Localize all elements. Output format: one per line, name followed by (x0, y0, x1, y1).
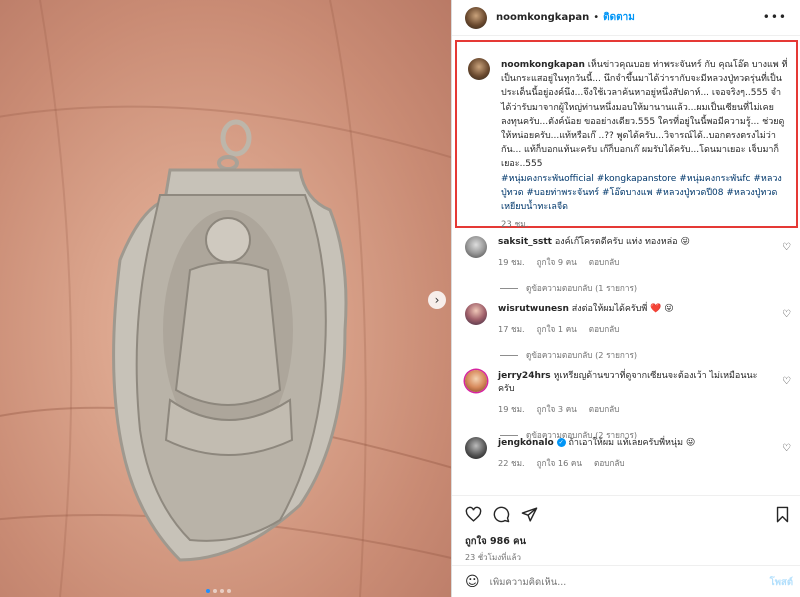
carousel-dot (213, 589, 217, 593)
comment-time: 22 ชม. (498, 458, 525, 468)
reply-button[interactable]: ตอบกลับ (589, 403, 620, 416)
comment-time: 17 ชม. (498, 324, 525, 334)
comment-item: jengkonalo ✓ ถ้าเอาให้ผม แท้เลยครับพี่หน… (452, 431, 800, 475)
separator-dot: • (593, 12, 600, 23)
comment-likes[interactable]: ถูกใจ 1 คน (537, 323, 577, 336)
author-username[interactable]: noomkongkapan (496, 12, 589, 23)
emoji-icon[interactable]: ☺ (465, 574, 480, 590)
carousel-dot (220, 589, 224, 593)
view-replies-button[interactable]: ดูข้อความตอบกลับ (1 รายการ) (500, 282, 788, 295)
commenter-username[interactable]: jengkonalo (498, 438, 554, 448)
comment-icon[interactable] (493, 506, 510, 523)
comment-text: ส่งต่อให้ผมได้ครับพี่ ❤️ 😜 (571, 304, 674, 314)
post-comment-button[interactable]: โพสต์ (770, 575, 793, 590)
carousel-dot (206, 589, 210, 593)
commenter-username[interactable]: saksit_sstt (498, 237, 552, 247)
carousel-next-button[interactable]: › (428, 291, 446, 309)
caption-body: noomkongkapan เห็นข่าวคุณบอย ท่าพระจันทร… (501, 58, 789, 230)
instagram-post-view: › noomkongkapan • ติดตาม ••• noomkongkap… (0, 0, 800, 597)
comment-like-heart-icon[interactable]: ♡ (782, 376, 791, 387)
like-count[interactable]: ถูกใจ 986 คน (465, 534, 526, 549)
caption-author-avatar[interactable] (468, 58, 490, 80)
caption-hashtags[interactable]: #หนุ่มคงกระพันofficial #kongkapanstore #… (501, 172, 789, 215)
reply-button[interactable]: ตอบกลับ (594, 457, 625, 470)
carousel-indicator (206, 589, 231, 593)
post-actions: ถูกใจ 986 คน 23 ชั่วโมงที่แล้ว ☺ โพสต์ (452, 495, 800, 597)
commenter-username[interactable]: wisrutwunesn (498, 304, 569, 314)
commenter-username[interactable]: jerry24hrs (498, 371, 551, 381)
comment-time: 19 ชม. (498, 404, 525, 414)
comment-list: saksit_sstt องค์เก๊โครตดีครับ แท่ง ทองหล… (452, 230, 800, 475)
comment-input[interactable] (489, 576, 730, 588)
comment-item: saksit_sstt องค์เก๊โครตดีครับ แท่ง ทองหล… (452, 230, 800, 297)
share-icon[interactable] (521, 506, 538, 523)
post-photo[interactable]: › (0, 0, 451, 597)
comment-text: ถ้าเอาให้ผม แท้เลยครับพี่หนุ่ม 😜 (568, 438, 696, 448)
comment-likes[interactable]: ถูกใจ 3 คน (537, 403, 577, 416)
commenter-avatar[interactable] (465, 437, 487, 459)
commenter-avatar[interactable] (465, 370, 487, 392)
post-caption-highlighted: noomkongkapan เห็นข่าวคุณบอย ท่าพระจันทร… (455, 40, 798, 230)
posted-time: 23 ชั่วโมงที่แล้ว (465, 553, 521, 562)
comment-like-heart-icon[interactable]: ♡ (782, 309, 791, 320)
bookmark-icon[interactable] (774, 506, 791, 523)
chevron-right-icon: › (434, 293, 440, 307)
reply-button[interactable]: ตอบกลับ (589, 256, 620, 269)
carousel-dot (227, 589, 231, 593)
commenter-avatar[interactable] (465, 236, 487, 258)
verified-badge-icon: ✓ (556, 438, 566, 447)
post-header: noomkongkapan • ติดตาม ••• (452, 0, 800, 36)
comment-time: 19 ชม. (498, 257, 525, 267)
view-replies-button[interactable]: ดูข้อความตอบกลับ (2 รายการ) (500, 349, 788, 362)
commenter-avatar[interactable] (465, 303, 487, 325)
more-options-button[interactable]: ••• (763, 10, 787, 24)
post-side-panel: noomkongkapan • ติดตาม ••• noomkongkapan… (451, 0, 800, 597)
follow-button[interactable]: ติดตาม (603, 10, 635, 25)
comment-like-heart-icon[interactable]: ♡ (782, 443, 791, 454)
comment-likes[interactable]: ถูกใจ 16 คน (537, 457, 582, 470)
comment-text: องค์เก๊โครตดีครับ แท่ง ทองหล่อ 😜 (554, 237, 690, 247)
add-comment-bar: ☺ โพสต์ (452, 565, 800, 597)
comment-item: jerry24hrs หูเหรียญด้านขวาที่ดูจากเซียนจ… (452, 364, 800, 440)
reply-button[interactable]: ตอบกลับ (589, 323, 620, 336)
author-avatar[interactable] (465, 6, 487, 29)
amulet-photo-illustration (0, 0, 451, 597)
comment-item: wisrutwunesn ส่งต่อให้ผมได้ครับพี่ ❤️ 😜 … (452, 297, 800, 364)
comment-like-heart-icon[interactable]: ♡ (782, 242, 791, 253)
caption-text: เห็นข่าวคุณบอย ท่าพระจันทร์ กับ คุณโอ๊ต … (501, 60, 788, 170)
comment-likes[interactable]: ถูกใจ 9 คน (537, 256, 577, 269)
heart-icon[interactable] (465, 506, 482, 523)
caption-username[interactable]: noomkongkapan (501, 60, 585, 70)
